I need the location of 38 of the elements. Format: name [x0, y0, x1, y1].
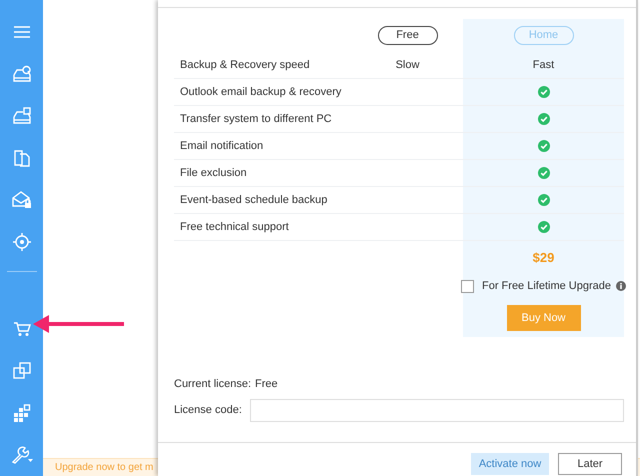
feature-label: Event-based schedule backup [180, 192, 328, 208]
cart-icon[interactable] [12, 321, 30, 337]
license-code-field[interactable] [250, 399, 624, 422]
wrench-icon[interactable] [10, 446, 32, 464]
checkbox-label: For Free Lifetime Upgrade [482, 278, 611, 294]
plan-value: Fast [532, 58, 554, 73]
feature-label: Outlook email backup & recovery [180, 84, 342, 100]
info-icon[interactable] [616, 281, 626, 291]
check-icon [538, 140, 550, 152]
tiles-icon[interactable] [12, 404, 30, 422]
target-icon[interactable] [12, 232, 32, 252]
plan-tab[interactable]: Home [514, 26, 574, 45]
menu-icon[interactable] [12, 25, 30, 39]
feature-label: File exclusion [180, 166, 247, 181]
upgrade-text[interactable]: Upgrade now to get m [55, 460, 154, 475]
drive-icon[interactable] [12, 107, 32, 125]
copy-icon[interactable] [12, 362, 30, 380]
envelope-lock-icon[interactable] [12, 191, 32, 209]
field-label: Current license: [174, 376, 252, 392]
feature-label: Transfer system to different PC [180, 112, 332, 127]
drive-icon[interactable] [12, 65, 32, 83]
check-icon [538, 113, 550, 125]
dialog-button[interactable]: Later [558, 453, 622, 475]
plan-tab[interactable]: Free [378, 26, 438, 45]
check-icon [538, 167, 550, 179]
plan-value: Slow [396, 58, 420, 73]
license-value: Free [255, 376, 278, 392]
upgrade-checkbox[interactable] [461, 280, 474, 292]
check-icon [538, 194, 550, 206]
field-label: License code: [174, 403, 243, 418]
feature-label: Email notification [180, 138, 264, 154]
feature-label: Free technical support [180, 220, 289, 235]
buy-now-button[interactable]: Buy Now [506, 305, 580, 331]
check-icon [538, 221, 550, 233]
price-text: $29 [532, 249, 554, 268]
feature-label: Backup & Recovery speed [180, 58, 310, 73]
check-icon [538, 86, 550, 98]
documents-icon[interactable] [14, 149, 30, 167]
